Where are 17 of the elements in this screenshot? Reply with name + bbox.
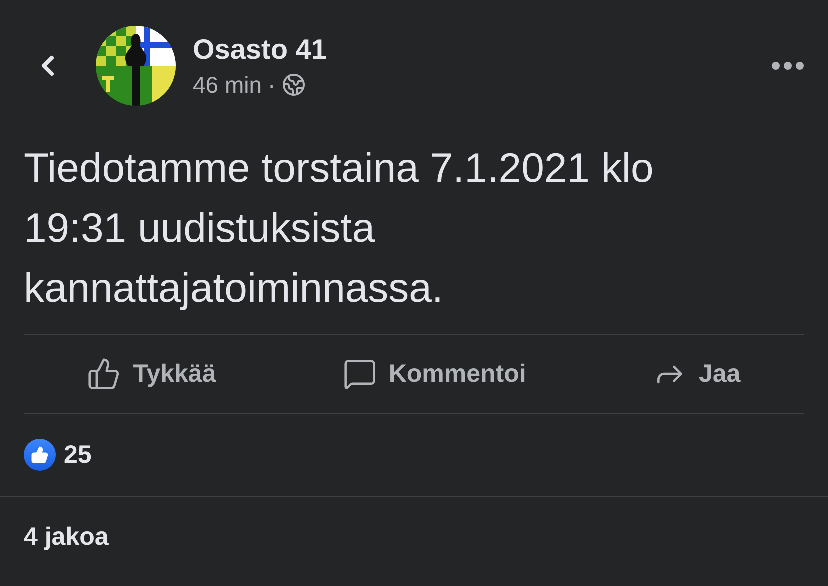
globe-icon [282, 73, 306, 97]
share-button[interactable]: Jaa [636, 349, 757, 399]
separator-dot: · [268, 72, 276, 98]
post-text: kannattajatoiminnassa. [24, 264, 444, 313]
speech-bubble-icon [342, 357, 377, 391]
page-name[interactable]: Osasto 41 [193, 34, 772, 66]
comment-button[interactable]: Kommentoi [326, 349, 542, 399]
reaction-count[interactable]: 25 [64, 440, 92, 470]
post-text: Tiedotamme torstaina 7.1.2021 klo [24, 144, 655, 193]
post-text: 19:31 uudistuksista [24, 204, 376, 253]
more-icon [772, 62, 804, 70]
share-count[interactable]: 4 jakoa [0, 497, 828, 552]
like-button[interactable]: Tykkää [71, 349, 232, 399]
like-reaction-icon [24, 439, 56, 471]
post-time: 46 min [193, 72, 262, 98]
more-button[interactable] [772, 62, 804, 70]
thumbs-up-icon [87, 357, 122, 391]
